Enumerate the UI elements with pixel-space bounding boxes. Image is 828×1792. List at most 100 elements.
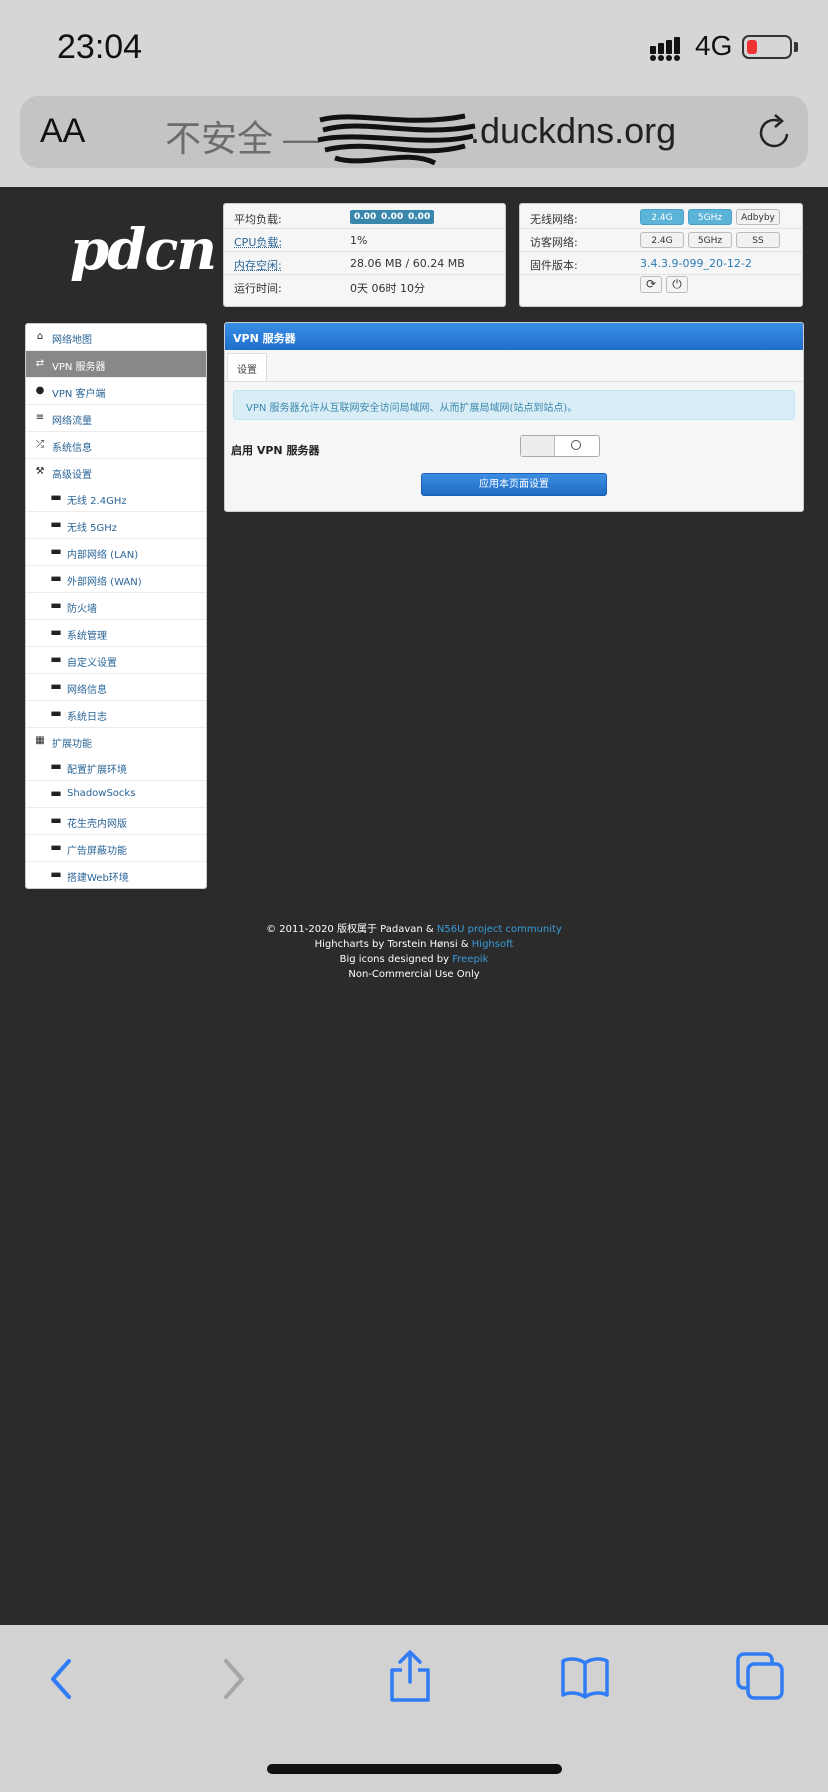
apply-settings-button[interactable]: 应用本页面设置 xyxy=(421,473,607,496)
sidebar-item-label: 扩展功能 xyxy=(52,738,92,750)
sidebar-item-5[interactable]: ⚒ 高级设置 xyxy=(26,458,206,486)
tab-bar xyxy=(225,350,803,382)
sidebar-item-label: 网络信息 xyxy=(67,684,107,696)
sidebar-item-13[interactable]: ▬ 网络信息 xyxy=(26,673,206,701)
sidebar-item-label: 系统日志 xyxy=(67,711,107,723)
memory-row: 内存空闲: 28.06 MB / 60.24 MB xyxy=(224,252,505,275)
share-icon[interactable] xyxy=(388,1648,432,1704)
forward-icon[interactable] xyxy=(220,1655,250,1703)
redaction-scribble xyxy=(317,113,476,166)
tab-settings[interactable]: 设置 xyxy=(227,353,267,381)
sidebar-item-icon: ▬ xyxy=(50,786,62,801)
sidebar-item-label: 无线 2.4GHz xyxy=(67,496,127,508)
clock: 23:04 xyxy=(57,28,143,66)
guest-5g-button[interactable]: 5GHz xyxy=(688,232,732,248)
load-15min: 0.00 xyxy=(404,210,435,224)
footer-line-2: Highcharts by Torstein Hønsi & Highsoft xyxy=(0,937,828,952)
sidebar-item-icon: ▬ xyxy=(50,517,62,532)
sidebar-item-14[interactable]: ▬ 系统日志 xyxy=(26,700,206,728)
network-type: 4G xyxy=(695,30,733,61)
cpu-label[interactable]: CPU负载: xyxy=(234,234,282,250)
home-indicator[interactable] xyxy=(267,1764,562,1774)
sidebar-item-2[interactable]: ● VPN 客户端 xyxy=(26,377,206,405)
sidebar-item-19[interactable]: ▬ 广告屏蔽功能 xyxy=(26,835,206,863)
sidebar-item-icon: ⤮ xyxy=(36,438,44,450)
sidebar-item-4[interactable]: ⤮ 系统信息 xyxy=(26,431,206,459)
load-row: 平均负载: 0.00 0.00 0.00 xyxy=(224,206,505,229)
sidebar-item-label: 网络流量 xyxy=(52,415,92,427)
guest-row: 访客网络: 2.4G 5GHz SS xyxy=(520,229,802,252)
highsoft-link[interactable]: Highsoft xyxy=(472,939,514,950)
text-size-button[interactable]: AA xyxy=(40,112,85,151)
sidebar-item-20[interactable]: ▬ 搭建Web环境 xyxy=(26,862,206,888)
sidebar-item-18[interactable]: ▬ 花生壳内网版 xyxy=(26,808,206,836)
memory-label[interactable]: 内存空闲: xyxy=(234,257,282,273)
battery-icon xyxy=(742,35,792,59)
enable-vpn-toggle[interactable] xyxy=(520,435,600,457)
sidebar-item-16[interactable]: ▬ 配置扩展环境 xyxy=(26,754,206,782)
sidebar-item-label: 网络地图 xyxy=(52,335,92,346)
firmware-label: 固件版本: xyxy=(530,259,578,272)
sidebar-item-icon: ▬ xyxy=(50,544,62,559)
reload-icon[interactable] xyxy=(757,112,793,152)
reboot-icon[interactable]: ⟳ xyxy=(640,276,662,293)
highcharts-text: Highcharts by Torstein Hønsi & xyxy=(314,939,472,950)
sidebar-item-label: 防火墙 xyxy=(67,604,97,615)
page-footer: © 2011-2020 版权属于 Padavan & N56U project … xyxy=(0,922,828,982)
sidebar-item-icon: ▦ xyxy=(35,734,45,746)
guest-label: 访客网络: xyxy=(530,236,578,249)
cpu-value: 1% xyxy=(350,234,368,247)
power-icon[interactable]: ⏻ xyxy=(666,276,688,293)
load-label: 平均负载: xyxy=(234,213,282,226)
sidebar-item-label: ShadowSocks xyxy=(67,788,136,800)
sidebar-item-icon: ▬ xyxy=(50,678,62,693)
sidebar-item-17[interactable]: ▬ ShadowSocks xyxy=(26,781,206,809)
sidebar-item-6[interactable]: ▬ 无线 2.4GHz xyxy=(26,485,206,513)
panel-title: VPN 服务器 xyxy=(233,332,296,345)
url-insecure-label: 不安全 — xyxy=(165,118,320,159)
sidebar-item-label: VPN 服务器 xyxy=(52,361,106,373)
sidebar-item-icon: ▬ xyxy=(50,813,62,828)
sidebar-item-9[interactable]: ▬ 外部网络 (WAN) xyxy=(26,566,206,594)
sidebar-item-label: 搭建Web环境 xyxy=(67,873,129,884)
sidebar-item-icon: ▬ xyxy=(50,598,62,612)
adbyby-button[interactable]: Adbyby xyxy=(736,209,780,225)
sidebar-item-label: 系统信息 xyxy=(52,442,92,454)
wifi-5g-button[interactable]: 5GHz xyxy=(688,209,732,225)
sidebar-item-icon: ⌂ xyxy=(36,331,44,342)
sidebar-item-0[interactable]: ⌂ 网络地图 xyxy=(26,324,206,351)
sidebar-item-12[interactable]: ▬ 自定义设置 xyxy=(26,646,206,674)
info-text: VPN 服务器允许从互联网安全访问局域网、从而扩展局域网(站点到站点)。 xyxy=(246,403,578,414)
sidebar-item-icon: ⚒ xyxy=(35,465,45,477)
sidebar-item-icon: ▬ xyxy=(50,840,62,855)
sidebar-item-15[interactable]: ▦ 扩展功能 xyxy=(26,727,206,755)
sidebar-item-8[interactable]: ▬ 内部网络 (LAN) xyxy=(26,539,206,567)
sidebar: ⌂ 网络地图 ⇄ VPN 服务器 ● VPN 客户端 ≡ 网络流量 ⤮ 系统信息 ⚒ 高级设置 ▬ 无线 … xyxy=(25,323,207,889)
sidebar-item-10[interactable]: ▬ 防火墙 xyxy=(26,593,206,620)
back-icon[interactable] xyxy=(45,1655,75,1703)
sidebar-item-7[interactable]: ▬ 无线 5GHz xyxy=(26,512,206,540)
sidebar-item-icon: ● xyxy=(35,384,45,396)
memory-value: 28.06 MB / 60.24 MB xyxy=(350,257,465,270)
sidebar-item-label: 内部网络 (LAN) xyxy=(67,550,139,562)
sidebar-item-label: 广告屏蔽功能 xyxy=(67,846,127,858)
firmware-value[interactable]: 3.4.3.9-099_20-12-2 xyxy=(640,257,752,270)
tabs-icon[interactable] xyxy=(734,1650,786,1702)
uptime-row: 运行时间: 0天 06时 10分 xyxy=(224,275,505,298)
battery-level xyxy=(747,40,757,54)
info-alert: VPN 服务器允许从互联网安全访问局域网、从而扩展局域网(站点到站点)。 xyxy=(233,390,795,420)
load-5min: 0.00 xyxy=(377,210,408,224)
sidebar-item-3[interactable]: ≡ 网络流量 xyxy=(26,404,206,432)
wifi-24g-button[interactable]: 2.4G xyxy=(640,209,684,225)
sidebar-item-1[interactable]: ⇄ VPN 服务器 xyxy=(26,350,206,378)
freepik-link[interactable]: Freepik xyxy=(452,954,488,965)
tab-settings-label: 设置 xyxy=(237,365,257,376)
load-1min: 0.00 xyxy=(350,210,381,224)
system-stats-panel: 平均负载: 0.00 0.00 0.00 CPU负载: 1% 内存空闲: 28.… xyxy=(223,203,506,307)
ss-button[interactable]: SS xyxy=(736,232,780,248)
bookmarks-icon[interactable] xyxy=(560,1655,610,1699)
n56u-link[interactable]: N56U project community xyxy=(437,924,562,935)
guest-24g-button[interactable]: 2.4G xyxy=(640,232,684,248)
sidebar-item-11[interactable]: ▬ 系统管理 xyxy=(26,619,206,647)
router-logo: pdcn xyxy=(70,217,217,283)
